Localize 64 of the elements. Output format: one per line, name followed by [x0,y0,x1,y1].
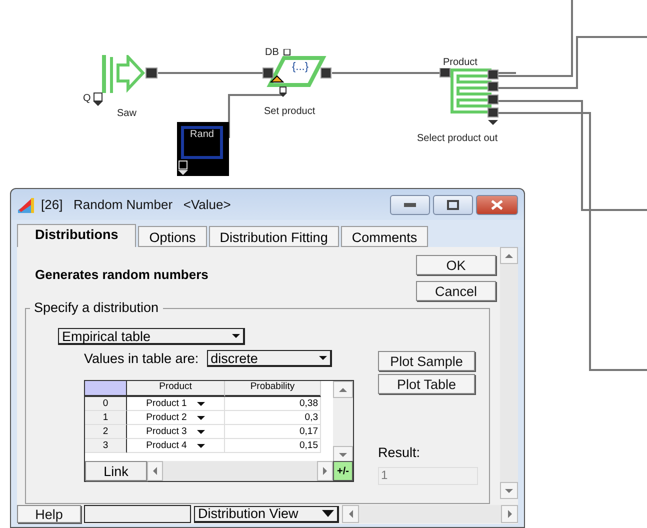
product-cell[interactable]: Product 4 [127,439,225,453]
tab[interactable]: Distribution Fitting [208,226,339,247]
distribution-select[interactable]: Empirical table [58,328,245,345]
result-field: 1 [378,467,478,485]
view-select[interactable]: Distribution View [194,506,339,522]
help-button[interactable]: Help [17,505,81,523]
scroll-left-icon [151,467,159,475]
horizontal-scrollbar[interactable] [342,505,518,523]
caret-icon [318,355,327,361]
probability-cell: 0,3 [225,411,321,425]
caret-icon [322,510,334,517]
close-icon [491,200,503,210]
values-label: Values in table are: [84,351,199,366]
column-header: Probability [225,381,321,397]
values-select[interactable]: discrete [206,350,332,367]
window-title: [26] Random Number <Value> [41,197,231,212]
maximize-icon [447,200,459,210]
product-cell[interactable]: Product 3 [127,425,225,439]
scroll-down-icon [339,450,347,458]
scroll-up-icon [505,252,513,260]
cancel-button[interactable]: Cancel [416,281,496,301]
probability-cell: 0,15 [225,439,321,453]
description-text: Generates random numbers [35,267,208,282]
scroll-left-icon [346,510,354,518]
product-cell[interactable]: Product 2 [127,411,225,425]
row-index: 0 [85,397,127,411]
block-label: Select product out [417,133,498,144]
group-title: Specify a distribution [30,300,163,315]
product-cell[interactable]: Product 1 [127,397,225,411]
tab[interactable]: Distributions [17,224,136,247]
maximize-button[interactable] [433,194,473,214]
port-label: Q [83,93,91,104]
plot-table-button[interactable]: Plot Table [378,374,475,394]
block-symbol: {...} [292,61,309,73]
minimize-icon [404,202,416,206]
result-label: Result: [378,445,422,460]
caret-icon [232,333,240,339]
vertical-scrollbar[interactable] [333,381,353,463]
scroll-right-icon [506,510,514,518]
row-index: 3 [85,439,127,453]
add-remove-button[interactable]: +/- [333,461,353,481]
ok-button[interactable]: OK [416,255,496,275]
row-index: 1 [85,411,127,425]
block-label: DB [265,47,279,58]
block-label: Set product [264,106,316,117]
scroll-up-icon [339,386,347,394]
close-button[interactable] [476,194,518,214]
probability-cell: 0,38 [225,397,321,411]
horizontal-scrollbar[interactable] [147,461,333,481]
tab[interactable]: Options [138,226,207,247]
column-header: Product [127,381,225,397]
block-label: Product [443,57,478,68]
vertical-scrollbar[interactable] [500,247,518,499]
plot-sample-button[interactable]: Plot Sample [378,351,475,371]
block-label: Saw [117,108,136,119]
tab[interactable]: Comments [340,226,428,247]
probability-cell: 0,17 [225,425,321,439]
row-index: 2 [85,425,127,439]
link-button[interactable]: Link [85,461,147,481]
block-label: Rand [181,126,223,159]
minimize-button[interactable] [390,194,430,214]
app-icon [17,196,35,214]
scroll-right-icon [321,467,329,475]
scroll-down-icon [505,486,513,494]
